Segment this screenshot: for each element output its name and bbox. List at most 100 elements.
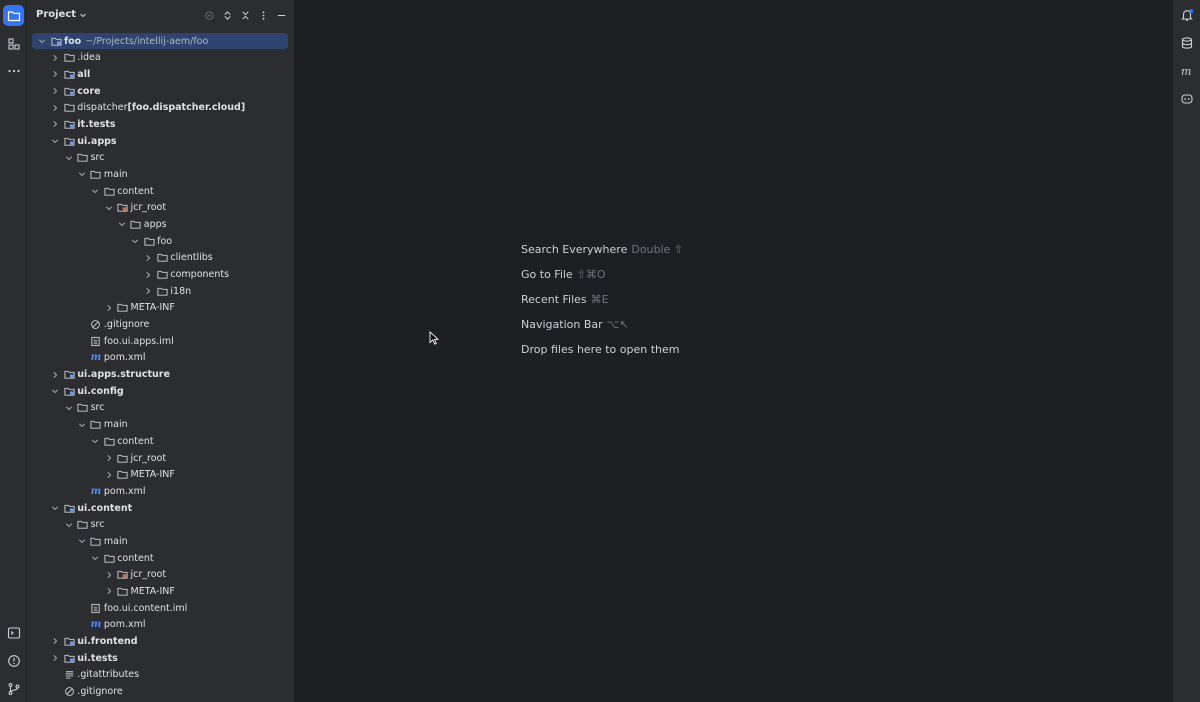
collapse-all-icon[interactable] [239, 9, 251, 21]
tree-row[interactable]: src [32, 517, 288, 533]
chevron-down-icon[interactable] [77, 536, 87, 546]
chevron-down-icon[interactable] [130, 236, 140, 246]
editor-empty-area[interactable]: Search Everywhere Double ⇧ Go to File ⇧⌘O … [296, 0, 1172, 702]
chevron-down-icon[interactable] [77, 169, 87, 179]
chevron-right-icon[interactable] [143, 253, 153, 263]
tree-row[interactable]: .gitignore [32, 684, 288, 700]
chevron-right-icon[interactable] [50, 53, 60, 63]
tree-row[interactable]: jcr_root [32, 200, 288, 216]
chevron-down-icon[interactable] [90, 553, 100, 563]
chevron-down-icon[interactable] [104, 203, 114, 213]
tree-row[interactable]: jcr_root [32, 567, 288, 583]
hint-search-everywhere[interactable]: Search Everywhere Double ⇧ [521, 243, 683, 256]
tree-row[interactable]: core [32, 83, 288, 99]
tree-row[interactable]: foo.ui.apps.iml [32, 333, 288, 349]
chevron-down-icon[interactable] [64, 403, 74, 413]
maven-icon[interactable]: m [1178, 62, 1196, 80]
chevron-down-icon[interactable] [90, 436, 100, 446]
chevron-right-icon[interactable] [104, 453, 114, 463]
chevron-right-icon[interactable] [50, 370, 60, 380]
tree-item-label: content [117, 435, 154, 447]
chevron-right-icon[interactable] [50, 69, 60, 79]
tree-row[interactable]: ui.tests [32, 650, 288, 666]
tree-row[interactable]: m pom.xml [32, 483, 288, 499]
chevron-right-icon[interactable] [104, 570, 114, 580]
git-icon[interactable] [3, 678, 24, 699]
tree-row[interactable]: ui.config [32, 383, 288, 399]
tree-row[interactable]: content [32, 433, 288, 449]
tree-row[interactable]: src [32, 150, 288, 166]
chevron-down-icon[interactable] [64, 153, 74, 163]
chevron-right-icon[interactable] [50, 119, 60, 129]
tree-row[interactable]: ui.frontend [32, 633, 288, 649]
tree-row[interactable]: META-INF [32, 467, 288, 483]
hint-navigation-bar[interactable]: Navigation Bar ⌥↖ [521, 318, 629, 331]
hide-icon[interactable] [275, 9, 287, 21]
tree-row[interactable]: .gitattributes [32, 667, 288, 683]
folder-icon [143, 235, 155, 247]
tree-row[interactable]: it.tests [32, 116, 288, 132]
terminal-icon[interactable] [3, 622, 24, 643]
tree-row[interactable]: foo [32, 233, 288, 249]
tree-row[interactable]: clientlibs [32, 250, 288, 266]
chevron-right-icon[interactable] [50, 636, 60, 646]
tree-row[interactable]: content [32, 550, 288, 566]
tree-row[interactable]: i18n [32, 283, 288, 299]
tree-row[interactable]: m pom.xml [32, 617, 288, 633]
chevron-down-icon[interactable] [50, 136, 60, 146]
chevron-down-icon[interactable] [77, 420, 87, 430]
chevron-right-icon[interactable] [143, 286, 153, 296]
problems-icon[interactable] [3, 650, 24, 671]
project-view-selector[interactable]: Project [36, 9, 87, 20]
chevron-right-icon[interactable] [50, 653, 60, 663]
notifications-icon[interactable] [1178, 6, 1196, 24]
hint-recent-files[interactable]: Recent Files ⌘E [521, 293, 609, 306]
tree-row[interactable]: ui.content [32, 500, 288, 516]
options-icon[interactable] [257, 9, 269, 21]
copilot-icon[interactable] [1178, 90, 1196, 108]
chevron-right-icon[interactable] [104, 303, 114, 313]
chevron-right-icon[interactable] [104, 470, 114, 480]
tree-row[interactable]: META-INF [32, 300, 288, 316]
tree-row[interactable]: content [32, 183, 288, 199]
tree-row[interactable]: main [32, 166, 288, 182]
tree-row[interactable]: components [32, 267, 288, 283]
tree-row[interactable]: apps [32, 216, 288, 232]
structure-icon[interactable] [3, 33, 24, 54]
tree-row[interactable]: src [32, 400, 288, 416]
chevron-right-icon[interactable] [143, 270, 153, 280]
tree-row[interactable]: all [32, 66, 288, 82]
chevron-right-icon[interactable] [50, 86, 60, 96]
project-icon[interactable] [3, 5, 24, 26]
tree-item-label: pom.xml [103, 619, 146, 631]
locate-icon[interactable] [203, 9, 215, 21]
tree-row[interactable]: main [32, 533, 288, 549]
tree-row[interactable]: dispatcher [foo.dispatcher.cloud] [32, 100, 288, 116]
expand-all-icon[interactable] [221, 9, 233, 21]
tree-row[interactable]: foo ~/Projects/intellij-aem/foo [32, 33, 288, 49]
chevron-down-icon[interactable] [50, 503, 60, 513]
database-icon[interactable] [1178, 34, 1196, 52]
tree-row[interactable]: META-INF [32, 583, 288, 599]
chevron-right-icon[interactable] [104, 586, 114, 596]
chevron-down-icon[interactable] [117, 219, 127, 229]
chevron-down-icon[interactable] [90, 186, 100, 196]
tree-row[interactable]: .idea [32, 50, 288, 66]
tree-row[interactable]: ui.apps.structure [32, 367, 288, 383]
tree-row[interactable]: ui.apps [32, 133, 288, 149]
folder-icon [117, 585, 129, 597]
tree-row[interactable]: m pom.xml [32, 350, 288, 366]
chevron-down-icon[interactable] [50, 386, 60, 396]
more-icon[interactable] [3, 60, 24, 81]
chevron-right-icon[interactable] [50, 103, 60, 113]
chevron-down-icon[interactable] [37, 36, 47, 46]
chevron-down-icon[interactable] [64, 520, 74, 530]
tree-row[interactable]: foo.ui.content.iml [32, 600, 288, 616]
tree-row[interactable]: jcr_root [32, 450, 288, 466]
hint-label: Search Everywhere [521, 243, 628, 256]
tree-row[interactable]: .gitignore [32, 317, 288, 333]
tree-row[interactable]: main [32, 417, 288, 433]
hint-go-to-file[interactable]: Go to File ⇧⌘O [521, 268, 606, 281]
